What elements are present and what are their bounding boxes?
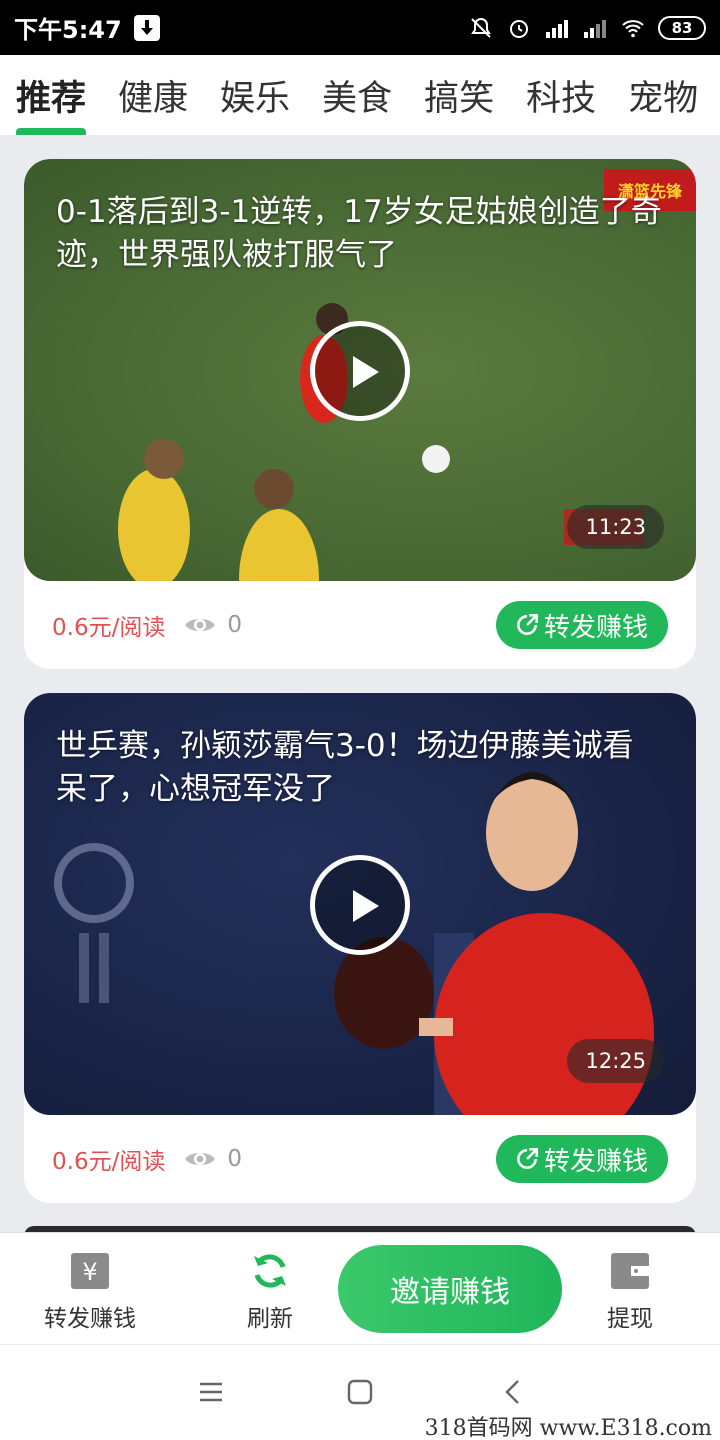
video-thumbnail[interactable]: 世乒赛，孙颖莎霸气3-0！场边伊藤美诚看呆了，心想冠军没了 12:25 bbox=[24, 693, 696, 1115]
yuan-icon: ¥ bbox=[71, 1253, 109, 1289]
share-icon bbox=[517, 1147, 539, 1169]
tab-entertainment[interactable]: 娱乐 bbox=[220, 55, 290, 135]
video-thumbnail[interactable]: 潇篮先锋 0-1落后到3-1逆转，17岁女足姑娘创造了奇迹，世界强队被打服气了 … bbox=[24, 159, 696, 581]
category-tabs: 推荐 健康 娱乐 美食 搞笑 科技 宠物 bbox=[0, 55, 720, 135]
video-duration: 11:23 bbox=[567, 505, 664, 549]
wifi-icon bbox=[622, 19, 644, 37]
share-earn-button[interactable]: 转发赚钱 bbox=[495, 601, 668, 649]
tab-label: 健康 bbox=[118, 78, 189, 119]
invite-earn-button[interactable]: 邀请赚钱 bbox=[338, 1245, 562, 1333]
play-icon[interactable] bbox=[310, 321, 410, 421]
tab-pets[interactable]: 宠物 bbox=[628, 55, 698, 135]
home-icon[interactable] bbox=[347, 1379, 373, 1405]
bottom-action-bar: ¥ 转发赚钱 刷新 邀请赚钱 提现 bbox=[0, 1232, 720, 1344]
wallet-icon bbox=[611, 1253, 649, 1289]
tab-health[interactable]: 健康 bbox=[118, 55, 188, 135]
share-earn-button[interactable]: 转发赚钱 bbox=[495, 1135, 668, 1183]
refresh-tab[interactable]: 刷新 bbox=[200, 1251, 340, 1333]
video-duration: 12:25 bbox=[567, 1039, 664, 1083]
view-count: 0 bbox=[227, 612, 242, 638]
alarm-icon bbox=[510, 19, 528, 38]
card-footer: 0.6元/阅读 0 转发赚钱 bbox=[24, 581, 696, 669]
video-card[interactable]: 世乒赛，孙颖莎霸气3-0！场边伊藤美诚看呆了，心想冠军没了 12:25 0.6元… bbox=[24, 693, 696, 1203]
download-icon bbox=[133, 14, 160, 41]
signal-icon-2 bbox=[584, 19, 606, 38]
video-card[interactable]: 潇篮先锋 0-1落后到3-1逆转，17岁女足姑娘创造了奇迹，世界强队被打服气了 … bbox=[24, 159, 696, 669]
eye-icon bbox=[185, 1153, 216, 1165]
refresh-label: 刷新 bbox=[247, 1306, 293, 1332]
tab-funny[interactable]: 搞笑 bbox=[424, 55, 494, 135]
share-label: 转发赚钱 bbox=[543, 612, 648, 643]
reward-price: 0.6元/阅读 bbox=[52, 615, 166, 641]
tab-label: 科技 bbox=[526, 78, 597, 119]
refresh-icon bbox=[254, 1254, 286, 1288]
battery-indicator: 83 bbox=[658, 15, 706, 40]
card-footer: 0.6元/阅读 0 转发赚钱 bbox=[24, 1115, 696, 1203]
status-icons: 83 bbox=[468, 15, 706, 40]
svg-text:¥: ¥ bbox=[82, 1258, 97, 1286]
active-tab-indicator bbox=[16, 128, 87, 135]
reward-price: 0.6元/阅读 bbox=[52, 1149, 166, 1175]
status-bar: 下午5:47 83 bbox=[0, 0, 720, 55]
withdraw-tab[interactable]: 提现 bbox=[560, 1251, 700, 1333]
tab-label: 宠物 bbox=[628, 78, 699, 119]
share-earn-label: 转发赚钱 bbox=[44, 1306, 136, 1332]
status-time: 下午5:47 bbox=[14, 16, 122, 44]
tab-label: 美食 bbox=[322, 78, 393, 119]
tab-food[interactable]: 美食 bbox=[322, 55, 392, 135]
tab-label: 搞笑 bbox=[424, 78, 495, 119]
tab-label: 娱乐 bbox=[220, 78, 291, 119]
tab-recommend[interactable]: 推荐 bbox=[16, 55, 87, 135]
share-icon bbox=[517, 613, 539, 635]
menu-icon[interactable] bbox=[198, 1379, 224, 1405]
share-label: 转发赚钱 bbox=[543, 1146, 648, 1177]
withdraw-label: 提现 bbox=[607, 1306, 653, 1332]
eye-icon bbox=[185, 619, 216, 631]
play-icon[interactable] bbox=[310, 855, 410, 955]
back-icon[interactable] bbox=[500, 1379, 526, 1405]
video-title: 世乒赛，孙颖莎霸气3-0！场边伊藤美诚看呆了，心想冠军没了 bbox=[56, 728, 634, 807]
video-title: 0-1落后到3-1逆转，17岁女足姑娘创造了奇迹，世界强队被打服气了 bbox=[56, 194, 662, 273]
site-watermark: 318首码网 www.E318.com bbox=[424, 1416, 712, 1440]
tab-label: 推荐 bbox=[16, 78, 87, 119]
mute-bell-icon bbox=[471, 17, 491, 38]
signal-icon bbox=[546, 19, 568, 38]
view-count: 0 bbox=[227, 1146, 242, 1172]
tab-tech[interactable]: 科技 bbox=[526, 55, 596, 135]
share-earn-tab[interactable]: ¥ 转发赚钱 bbox=[20, 1251, 160, 1333]
